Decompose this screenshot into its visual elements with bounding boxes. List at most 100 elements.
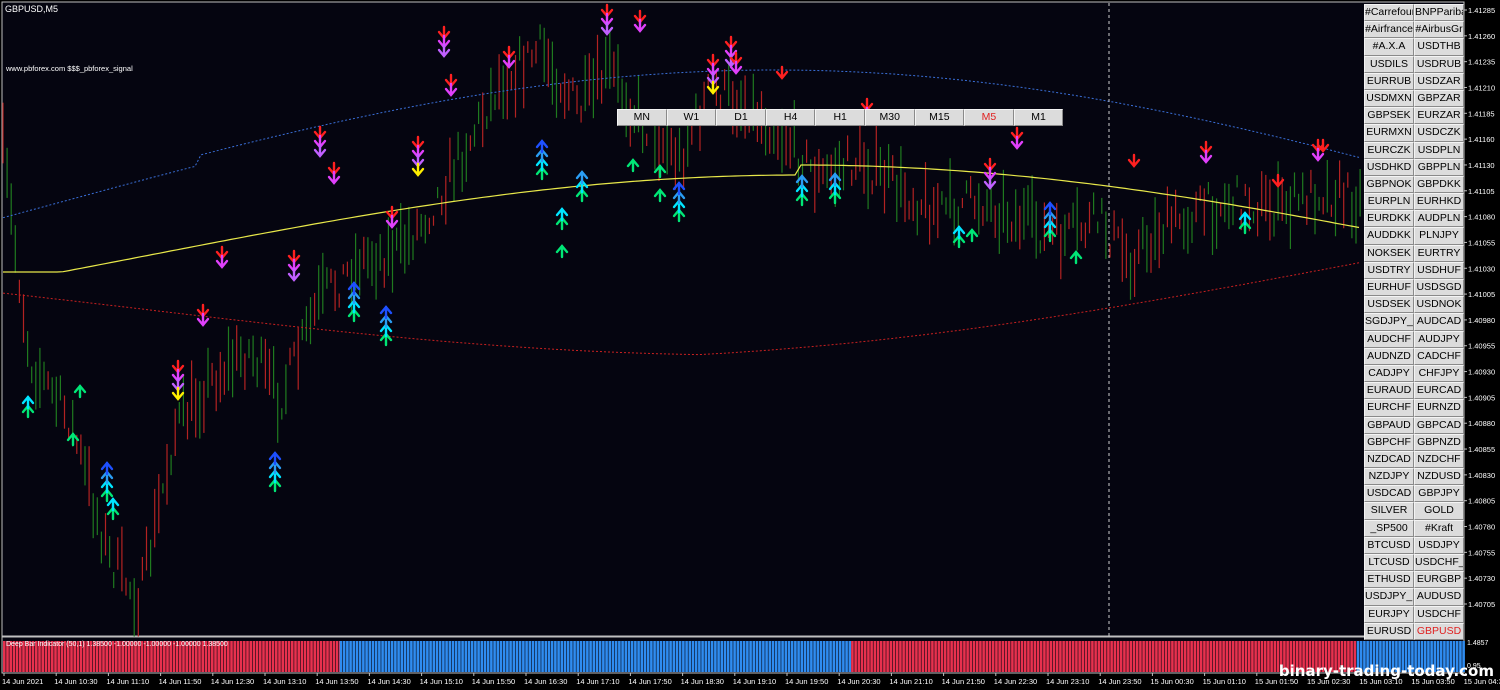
price-tick-label: 1.41130 [1468, 161, 1495, 170]
symbol-button[interactable]: GBPNZD [1414, 433, 1464, 451]
symbol-button[interactable]: USDTHB [1414, 38, 1464, 56]
symbol-button[interactable]: #Carrefour [1364, 4, 1414, 22]
indicator-bar [1190, 641, 1193, 672]
timeframe-button-m30[interactable]: M30 [864, 109, 915, 126]
timeframe-toolbar: MN W1 D1 H4 H1 M30 M15 M5 M1 [617, 109, 1064, 126]
symbol-button[interactable]: USDHUF [1414, 261, 1464, 279]
timeframe-button-d1[interactable]: D1 [716, 109, 766, 126]
symbol-button[interactable]: SILVER [1364, 502, 1414, 520]
symbol-button[interactable]: GBPCHF [1364, 433, 1414, 451]
symbol-button[interactable]: USDZAR [1414, 72, 1464, 90]
symbol-button[interactable]: AUDUSD [1414, 588, 1464, 606]
price-tick-label: 1.41055 [1468, 238, 1495, 247]
symbol-button[interactable]: EURCZK [1364, 141, 1414, 159]
symbol-button[interactable]: AUDDKK [1364, 227, 1414, 245]
indicator-bar [243, 641, 246, 672]
symbol-button[interactable]: USDCZK [1414, 124, 1464, 142]
symbol-button[interactable]: USDCHF_FX [1414, 554, 1464, 572]
symbol-button[interactable]: USDSEK [1364, 296, 1414, 314]
symbol-button[interactable]: GBPCAD [1414, 416, 1464, 434]
symbol-button[interactable]: CADJPY [1364, 364, 1414, 383]
symbol-button[interactable]: PLNJPY [1414, 227, 1464, 245]
symbol-button[interactable]: GBPZAR [1414, 89, 1464, 108]
timeframe-button-m15[interactable]: M15 [914, 109, 965, 126]
timeframe-button-m1[interactable]: M1 [1013, 109, 1064, 126]
symbol-button[interactable]: EURGBP [1414, 571, 1464, 589]
timeframe-button-w1[interactable]: W1 [666, 109, 717, 126]
symbol-button[interactable]: USDMXN [1364, 89, 1414, 108]
symbol-button[interactable]: USDCAD [1364, 485, 1414, 503]
symbol-button[interactable]: GBPUSD [1414, 622, 1464, 640]
symbol-button[interactable]: #AirbusGr [1414, 21, 1464, 39]
symbol-button[interactable]: #Airfrance [1364, 21, 1414, 39]
timeframe-button-h1[interactable]: H1 [815, 109, 865, 126]
symbol-button[interactable]: BNPPariba [1414, 4, 1464, 22]
symbol-button[interactable]: EURJPY [1364, 605, 1414, 623]
symbol-button[interactable]: AUDPLN [1414, 210, 1464, 228]
symbol-button[interactable]: AUDCAD [1414, 313, 1464, 331]
symbol-button[interactable]: USDSGD [1414, 279, 1464, 297]
symbol-button[interactable]: AUDJPY [1414, 330, 1464, 348]
symbol-button[interactable]: EURUSD [1364, 622, 1414, 640]
symbol-button[interactable]: EURTRY [1414, 244, 1464, 262]
price-chart[interactable]: 1.41285 1.41260 1.41235 1.41210 1.41185 1.411… [0, 0, 1500, 690]
symbol-button[interactable]: #A.X.A [1364, 38, 1414, 56]
symbol-button[interactable]: USDRUB [1414, 55, 1464, 73]
symbol-button[interactable]: USDJPY [1414, 536, 1464, 554]
symbol-button[interactable]: USDTRY [1364, 261, 1414, 279]
timeframe-button-h4[interactable]: H4 [765, 109, 816, 126]
symbol-button[interactable]: CADCHF [1414, 347, 1464, 365]
indicator-bar [892, 641, 896, 672]
symbol-button[interactable]: GBPSEK [1364, 107, 1414, 125]
symbol-button[interactable]: GOLD [1414, 502, 1464, 520]
symbol-button[interactable]: EURMXN [1364, 124, 1414, 142]
symbol-button[interactable]: NZDCHF [1414, 450, 1464, 469]
symbol-button[interactable]: NZDUSD [1414, 468, 1464, 486]
symbol-button[interactable]: EURPLN [1364, 193, 1414, 211]
symbol-button[interactable]: EURCAD [1414, 382, 1464, 400]
symbol-button[interactable]: NZDCAD [1364, 450, 1414, 469]
symbol-button[interactable]: USDNOK [1414, 296, 1464, 314]
indicator-bar [531, 641, 535, 672]
indicator-bar [422, 641, 426, 672]
symbol-button[interactable]: EURNZD [1414, 399, 1464, 417]
symbol-button[interactable]: GBPAUD [1364, 416, 1414, 434]
symbol-button[interactable]: EURHUF [1364, 279, 1414, 297]
symbol-button[interactable]: CHFJPY [1414, 364, 1464, 383]
indicator-bar [991, 641, 995, 672]
symbol-button[interactable]: GBPDKK [1414, 175, 1464, 194]
symbol-button[interactable]: GBPNOK [1364, 175, 1414, 194]
symbol-button[interactable]: LTCUSD [1364, 554, 1414, 572]
symbol-button[interactable]: AUDNZD [1364, 347, 1414, 365]
indicator-bar [995, 641, 998, 672]
symbol-button[interactable]: #Kraft [1414, 519, 1464, 537]
symbol-button[interactable]: BTCUSD [1364, 536, 1414, 554]
symbol-button[interactable]: USDHKD [1364, 158, 1414, 176]
indicator-bar [454, 641, 458, 672]
symbol-button[interactable]: EURCHF [1364, 399, 1414, 417]
symbol-button[interactable]: EURAUD [1364, 382, 1414, 400]
symbol-button[interactable]: GBPPLN [1414, 158, 1464, 176]
indicator-bar [838, 641, 842, 672]
symbol-button[interactable]: _SP500 [1364, 519, 1414, 537]
symbol-button[interactable]: NOKSEK [1364, 244, 1414, 262]
symbol-button[interactable]: AUDCHF [1364, 330, 1414, 348]
indicator-bar [538, 641, 541, 672]
symbol-button[interactable]: NZDJPY [1364, 468, 1414, 486]
timeframe-button-mn[interactable]: MN [617, 109, 667, 126]
symbol-button[interactable]: EURHKD [1414, 193, 1464, 211]
indicator-bar [730, 641, 733, 672]
symbol-button[interactable]: EURDKK [1364, 210, 1414, 228]
timeframe-button-m5[interactable]: M5 [964, 109, 1014, 126]
symbol-button[interactable]: USDPLN [1414, 141, 1464, 159]
indicator-bar [863, 641, 867, 672]
symbol-button[interactable]: EURRUB [1364, 72, 1414, 90]
symbol-button[interactable]: SGDJPY_ST [1364, 313, 1414, 331]
symbol-button[interactable]: ETHUSD [1364, 571, 1414, 589]
symbol-button[interactable]: USDILS [1364, 55, 1414, 73]
symbol-button[interactable]: GBPJPY [1414, 485, 1464, 503]
indicator-bar [937, 641, 941, 672]
symbol-button[interactable]: USDCHF [1414, 605, 1464, 623]
symbol-button[interactable]: USDJPY_FX [1364, 588, 1414, 606]
symbol-button[interactable]: EURZAR [1414, 107, 1464, 125]
